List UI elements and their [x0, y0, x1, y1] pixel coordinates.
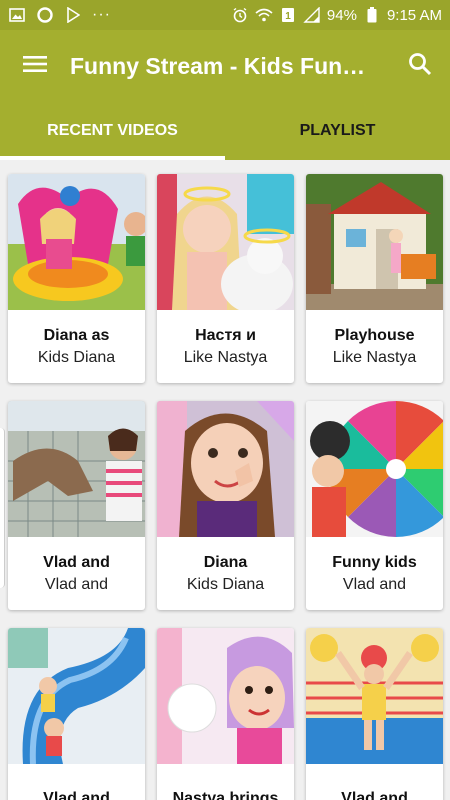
- video-title: Diana as: [43, 326, 110, 344]
- video-card[interactable]: Diana as Kids Diana: [8, 174, 145, 383]
- status-bar: ··· 1 94% 9:15 AM: [0, 0, 450, 30]
- video-grid: Diana as Kids Diana Настя и Like Nastya: [8, 174, 444, 800]
- tab-playlist[interactable]: PLAYLIST: [225, 102, 450, 160]
- video-title: Vlad and: [43, 789, 110, 800]
- video-title: Diana: [203, 553, 248, 571]
- search-icon: [408, 52, 432, 81]
- video-info: Playhouse Like Nastya: [306, 310, 443, 383]
- video-info: Vlad and Vlad and: [8, 537, 145, 610]
- video-thumbnail: [157, 174, 294, 310]
- clock: 9:15 AM: [386, 6, 442, 24]
- menu-icon: [23, 55, 47, 78]
- video-channel: Vlad and: [44, 575, 109, 593]
- video-card[interactable]: Vlad and Vlad and: [8, 401, 145, 610]
- video-thumbnail: [157, 401, 294, 537]
- video-card[interactable]: Playhouse Like Nastya: [306, 174, 443, 383]
- tab-bar: RECENT VIDEOS PLAYLIST: [0, 102, 450, 160]
- wifi-icon: [255, 6, 273, 24]
- play-store-icon: [64, 6, 82, 24]
- video-thumbnail: [8, 401, 145, 537]
- video-channel: Kids Diana: [186, 575, 265, 593]
- video-channel: Kids Diana: [37, 348, 116, 366]
- video-info: Diana as Kids Diana: [8, 310, 145, 383]
- sim-1-icon: 1: [279, 6, 297, 24]
- more-notifications-icon: ···: [92, 6, 111, 23]
- video-card[interactable]: Настя и Like Nastya: [157, 174, 294, 383]
- video-title: Vlad and: [43, 553, 110, 571]
- battery-percent: 94%: [326, 6, 357, 24]
- video-card[interactable]: Vlad and: [306, 628, 443, 800]
- system-icons: 1 94% 9:15 AM: [231, 6, 442, 24]
- video-channel: Vlad and: [342, 575, 407, 593]
- tab-recent-videos[interactable]: RECENT VIDEOS: [0, 102, 225, 160]
- image-icon: [8, 6, 26, 24]
- video-card[interactable]: Nastya brings: [157, 628, 294, 800]
- video-info: Nastya brings: [157, 764, 294, 800]
- video-thumbnail: [8, 628, 145, 764]
- menu-button[interactable]: [0, 30, 70, 102]
- notification-icons: ···: [8, 6, 111, 24]
- battery-icon: [363, 6, 381, 24]
- app-title: Funny Stream - Kids Fun…: [70, 52, 366, 79]
- video-card[interactable]: Diana Kids Diana: [157, 401, 294, 610]
- svg-text:1: 1: [285, 11, 291, 22]
- video-info: Vlad and: [8, 764, 145, 800]
- video-channel: Like Nastya: [332, 348, 417, 366]
- video-thumbnail: [8, 174, 145, 310]
- video-title: Vlad and: [341, 789, 408, 800]
- video-title: Funny kids: [332, 553, 417, 571]
- video-card[interactable]: Vlad and: [8, 628, 145, 800]
- drawer-edge-handle[interactable]: [0, 428, 5, 588]
- app-bar: Funny Stream - Kids Fun…: [0, 30, 450, 102]
- video-card[interactable]: Funny kids Vlad and: [306, 401, 443, 610]
- video-title: Playhouse: [334, 326, 415, 344]
- video-title: Настя и: [195, 326, 256, 344]
- video-channel: Like Nastya: [183, 348, 268, 366]
- video-thumbnail: [157, 628, 294, 764]
- alarm-icon: [231, 6, 249, 24]
- video-thumbnail: [306, 401, 443, 537]
- opera-icon: [36, 6, 54, 24]
- search-button[interactable]: [390, 30, 450, 102]
- video-info: Vlad and: [306, 764, 443, 800]
- video-thumbnail: [306, 628, 443, 764]
- video-thumbnail: [306, 174, 443, 310]
- signal-icon: [303, 6, 321, 24]
- video-title: Nastya brings: [172, 789, 279, 800]
- video-info: Diana Kids Diana: [157, 537, 294, 610]
- video-info: Funny kids Vlad and: [306, 537, 443, 610]
- video-info: Настя и Like Nastya: [157, 310, 294, 383]
